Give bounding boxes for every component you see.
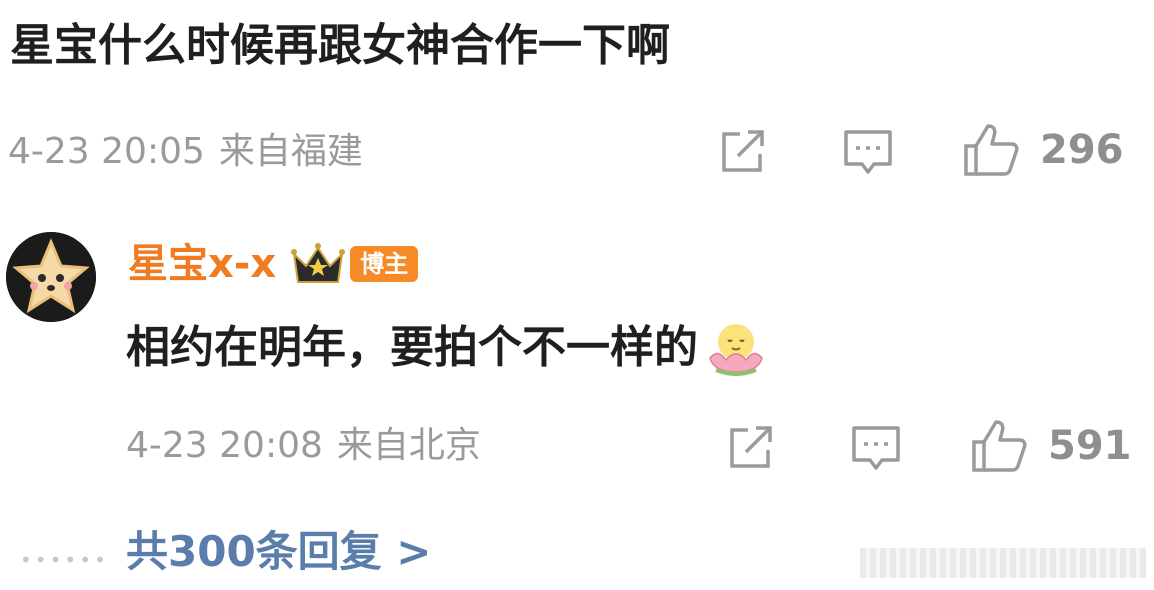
star-avatar-icon <box>6 232 96 322</box>
post-time: 4-23 20:05 <box>8 131 205 172</box>
reply-like-button[interactable]: 591 <box>970 418 1132 474</box>
post-like-button[interactable]: 296 <box>962 122 1124 178</box>
reply-meta: 4-23 20:08 来自北京 <box>126 422 495 470</box>
reply-like-count: 591 <box>1048 423 1132 469</box>
post-like-count: 296 <box>1040 127 1124 173</box>
comment-icon <box>844 130 892 174</box>
username[interactable]: 星宝x-x <box>128 238 276 290</box>
post-meta: 4-23 20:05 来自福建 <box>8 128 377 176</box>
post-comment-button[interactable] <box>842 128 894 178</box>
reply-comment-button[interactable] <box>850 424 902 474</box>
post-location: 来自福建 <box>218 131 363 172</box>
watermark <box>860 548 1146 578</box>
comment-icon <box>852 426 900 470</box>
share-icon <box>730 426 772 468</box>
reply-location: 来自北京 <box>336 425 481 466</box>
divider-dots: •••••• <box>20 548 109 572</box>
thumbs-up-icon <box>972 420 1027 472</box>
reply-text-row: 相约在明年，要拍个不一样的 <box>126 318 768 378</box>
blogger-badge: 博主 <box>350 246 419 282</box>
post-text: 星宝什么时候再跟女神合作一下啊 <box>10 20 670 71</box>
reply-time: 4-23 20:08 <box>126 425 323 466</box>
reply-text: 相约在明年，要拍个不一样的 <box>126 322 698 373</box>
reply-share-button[interactable] <box>726 424 776 472</box>
reply-user-row: 星宝x-x 博主 <box>128 238 419 290</box>
post-share-button[interactable] <box>718 128 768 176</box>
share-icon <box>722 130 764 172</box>
avatar[interactable] <box>6 232 96 322</box>
view-all-replies-link[interactable]: 共300条回复 > <box>126 524 432 580</box>
thumbs-up-icon <box>964 124 1019 176</box>
crown-icon <box>291 243 346 283</box>
flower-smile-emoji <box>709 324 763 376</box>
